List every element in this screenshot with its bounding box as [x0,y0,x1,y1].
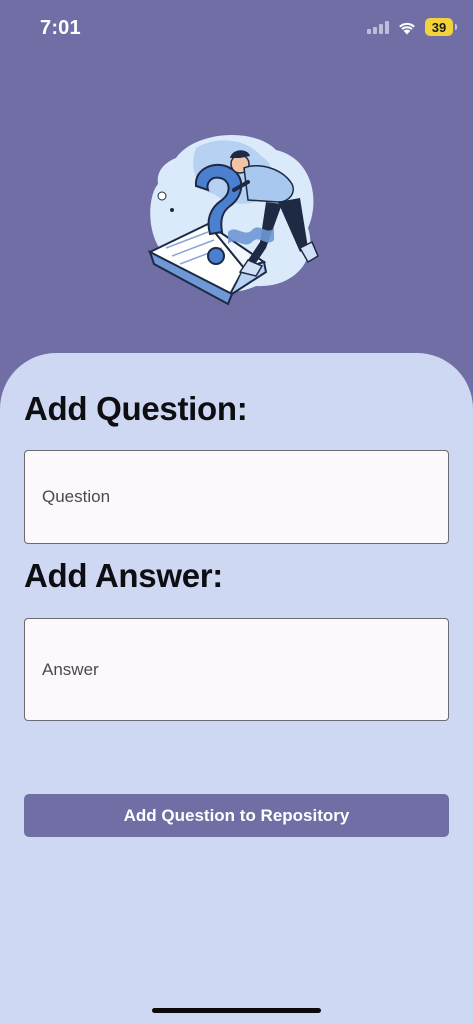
battery-icon: 39 [425,18,457,36]
status-icons: 39 [367,18,457,36]
add-answer-heading: Add Answer: [24,557,223,594]
question-mark-person-with-book-illustration [147,135,319,306]
add-question-heading: Add Question: [24,390,248,427]
cellular-signal-icon [367,20,389,34]
battery-level: 39 [431,19,447,35]
status-bar: 7:01 39 [0,0,473,56]
add-question-to-repository-button[interactable]: Add Question to Repository [24,794,449,837]
question-input[interactable] [24,450,449,544]
wifi-icon [399,22,415,34]
status-time: 7:01 [40,17,81,39]
home-indicator[interactable] [152,1008,321,1013]
answer-input[interactable] [24,618,449,721]
